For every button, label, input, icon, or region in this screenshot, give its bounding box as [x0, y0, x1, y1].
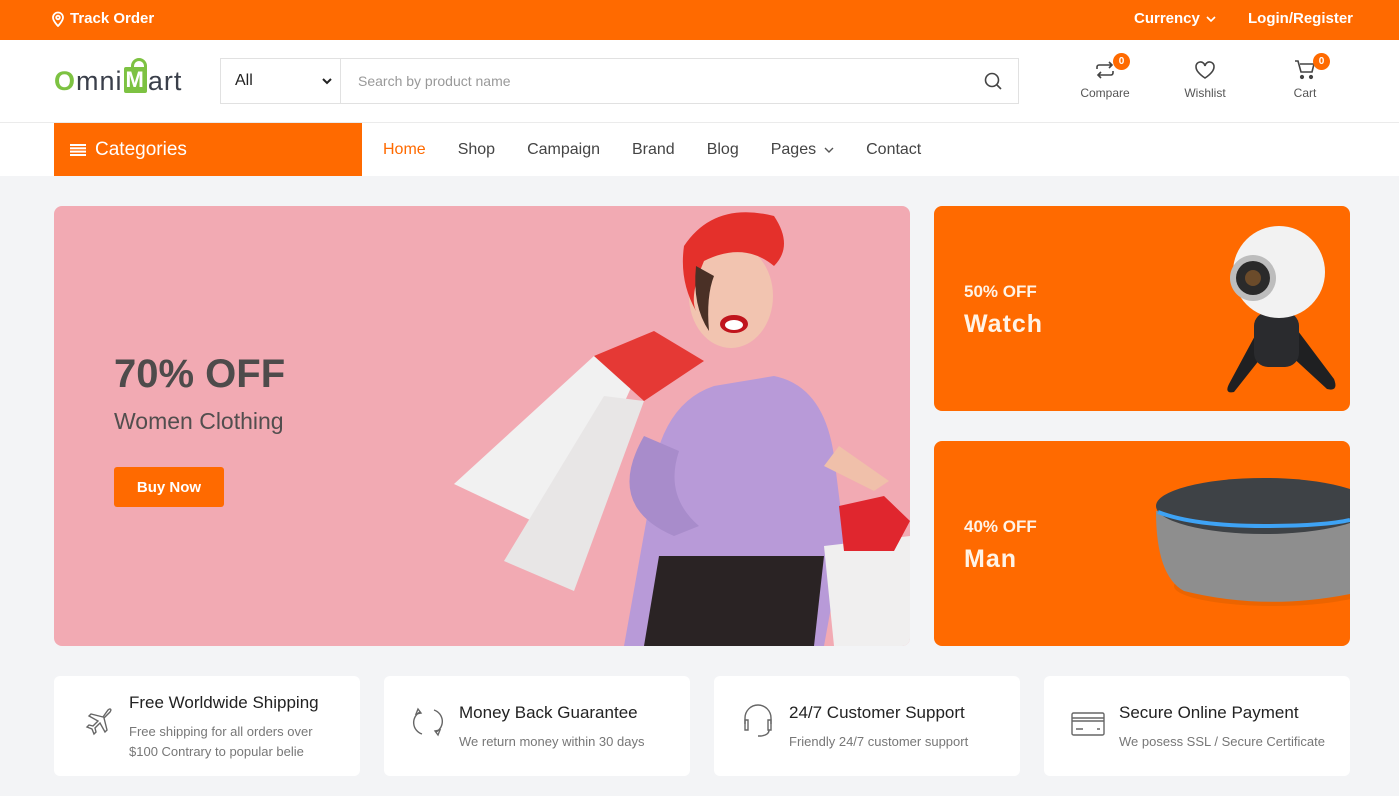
currency-dropdown[interactable]: Currency — [1134, 10, 1216, 27]
wishlist-button[interactable]: Wishlist — [1165, 57, 1245, 100]
nav-item-pages[interactable]: Pages — [771, 141, 834, 159]
location-pin-icon — [52, 11, 64, 27]
logo-bag-m: M — [123, 58, 147, 93]
nav-item-label: Contact — [866, 140, 922, 158]
search-bar: All — [220, 58, 1019, 104]
main-nav: Categories Home Shop Campaign Brand Blog… — [0, 123, 1399, 176]
logo[interactable]: Omni Mart — [54, 57, 182, 97]
category-select[interactable]: All — [221, 59, 341, 103]
logo-letter-o: O — [54, 66, 77, 96]
promo-discount: 40% OFF — [964, 517, 1037, 536]
cart-button[interactable]: 0 Cart — [1265, 53, 1345, 100]
nav-item-shop[interactable]: Shop — [458, 141, 495, 159]
search-input[interactable] — [341, 59, 968, 103]
speaker-product-image — [1156, 478, 1350, 606]
nav-item-label: Shop — [457, 140, 496, 158]
compare-button[interactable]: 0 Compare — [1065, 53, 1145, 100]
login-register-link[interactable]: Login/Register — [1248, 10, 1353, 27]
hero-title: 70% OFF — [114, 352, 286, 396]
nav-item-label: Campaign — [527, 140, 600, 158]
promo-name: Man — [964, 545, 1017, 573]
heart-icon — [1195, 61, 1215, 79]
chevron-down-icon — [1206, 15, 1216, 22]
promo-discount: 50% OFF — [964, 282, 1037, 301]
cart-count-badge: 0 — [1313, 53, 1330, 70]
feature-description: Free shipping for all orders over $100 C… — [129, 724, 313, 759]
nav-item-home[interactable]: Home — [383, 141, 426, 159]
chevron-down-icon — [824, 147, 834, 153]
refresh-icon — [413, 707, 443, 737]
nav-item-label: Brand — [632, 140, 675, 158]
track-order-link[interactable]: Track Order — [51, 10, 154, 27]
category-select-value: All — [235, 72, 253, 89]
feature-card-shipping: Free Worldwide Shipping Free shipping fo… — [54, 676, 360, 776]
feature-description: We return money within 30 days — [459, 734, 645, 749]
nav-item-brand[interactable]: Brand — [632, 141, 675, 159]
feature-card-support: 24/7 Customer Support Friendly 24/7 cust… — [714, 676, 1020, 776]
buy-now-button[interactable]: Buy Now — [114, 467, 224, 507]
promo-name: Watch — [964, 310, 1044, 338]
wishlist-label: Wishlist — [1184, 86, 1226, 100]
currency-label: Currency — [1134, 10, 1200, 27]
feature-title: Money Back Guarantee — [459, 703, 638, 722]
headset-icon — [744, 704, 772, 737]
logo-text-art: art — [147, 66, 183, 96]
cart-label: Cart — [1293, 86, 1317, 100]
nav-item-label: Home — [383, 140, 426, 158]
nav-item-label: Blog — [706, 140, 739, 158]
menu-lines-icon — [70, 143, 86, 156]
feature-card-money-back: Money Back Guarantee We return money wit… — [384, 676, 690, 776]
promo-card-watch[interactable]: 50% OFF Watch — [934, 206, 1350, 411]
feature-card-payment: Secure Online Payment We posess SSL / Se… — [1044, 676, 1350, 776]
feature-description: We posess SSL / Secure Certificate — [1119, 734, 1325, 749]
hero-banner: 70% OFF Women Clothing Buy Now — [54, 206, 910, 646]
hero-subtitle: Women Clothing — [114, 408, 284, 434]
track-order-label: Track Order — [70, 10, 155, 27]
airplane-icon — [85, 708, 112, 736]
nav-menu: Home Shop Campaign Brand Blog Pages Cont… — [383, 123, 953, 176]
top-bar: Track Order Currency Login/Register — [0, 0, 1399, 40]
feature-title: Secure Online Payment — [1119, 703, 1299, 722]
categories-button[interactable]: Categories — [54, 123, 362, 176]
nav-item-contact[interactable]: Contact — [866, 141, 921, 159]
promo-card-man[interactable]: 40% OFF Man — [934, 441, 1350, 646]
header: OmniMart All 0 Compare Wishlist 0 Cart — [0, 40, 1399, 123]
camera-product-image — [1227, 226, 1336, 393]
chevron-down-icon — [322, 77, 332, 84]
nav-item-campaign[interactable]: Campaign — [527, 141, 600, 159]
compare-count-badge: 0 — [1113, 53, 1130, 70]
nav-item-blog[interactable]: Blog — [707, 141, 739, 159]
feature-title: 24/7 Customer Support — [789, 703, 965, 722]
compare-label: Compare — [1080, 86, 1130, 100]
hero-model-image — [454, 212, 910, 646]
nav-item-label: Pages — [770, 140, 817, 158]
search-icon — [984, 72, 1002, 90]
credit-card-icon — [1071, 712, 1105, 736]
feature-title: Free Worldwide Shipping — [129, 693, 319, 712]
categories-label: Categories — [95, 138, 187, 160]
feature-description: Friendly 24/7 customer support — [789, 734, 969, 749]
search-button[interactable] — [968, 59, 1018, 103]
logo-text-mni: mni — [76, 66, 123, 96]
